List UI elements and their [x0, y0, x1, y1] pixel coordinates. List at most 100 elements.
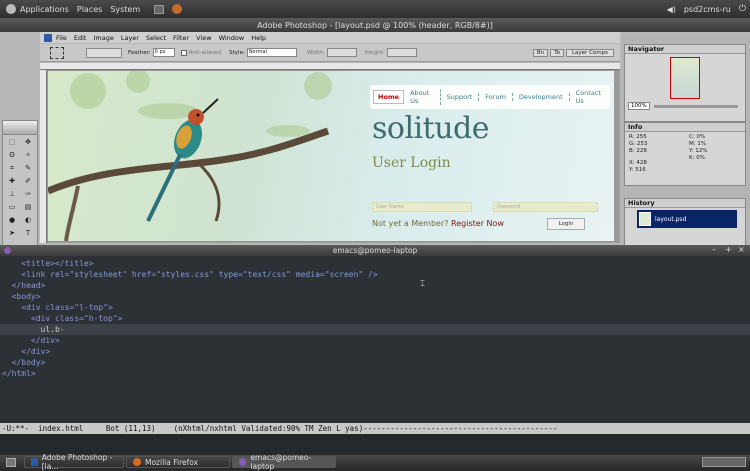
- ps-app-icon[interactable]: [44, 33, 52, 42]
- info-panel: Info R: 255 G: 253 B: 228 X: 428 Y: 516 …: [624, 122, 746, 186]
- info-c: 0%: [696, 134, 706, 140]
- info-tab[interactable]: Info: [625, 123, 745, 132]
- task-firefox[interactable]: Mozilla Firefox: [126, 456, 230, 468]
- menu-view[interactable]: View: [196, 34, 211, 42]
- minimize-icon[interactable]: –: [712, 245, 716, 254]
- gradient-icon[interactable]: ▤: [23, 202, 33, 212]
- menu-image[interactable]: Image: [93, 34, 113, 42]
- zoom-level[interactable]: 100%: [628, 102, 650, 110]
- volume-icon[interactable]: ◀): [667, 5, 676, 14]
- info-m: 1%: [697, 141, 707, 147]
- task-photoshop-label: Adobe Photoshop - [la...: [41, 453, 113, 471]
- to-button[interactable]: To: [550, 48, 564, 57]
- menu-filter[interactable]: Filter: [173, 34, 189, 42]
- firefox-icon: [133, 458, 141, 466]
- navigator-thumbnail[interactable]: [670, 57, 700, 99]
- photoshop-icon: [31, 458, 38, 466]
- show-desktop-icon[interactable]: [6, 457, 16, 467]
- ruler-top: [40, 63, 620, 70]
- menu-edit[interactable]: Edit: [74, 34, 87, 42]
- lasso-icon[interactable]: ʘ: [7, 150, 17, 160]
- ruler-left: [40, 70, 47, 243]
- menu-help[interactable]: Help: [251, 34, 266, 42]
- nav-support[interactable]: Support: [441, 93, 480, 101]
- code-line: <body>: [2, 292, 41, 301]
- design-canvas[interactable]: Home About Us Support Forum Development …: [48, 71, 614, 241]
- width-input[interactable]: [326, 48, 357, 57]
- marquee-icon[interactable]: ⬚: [7, 137, 17, 147]
- register-prompt: Not yet a Member? Register Now: [372, 219, 504, 228]
- nav-contact[interactable]: Contact Us: [570, 89, 610, 105]
- info-r: 255: [636, 134, 647, 140]
- info-x: 428: [636, 160, 647, 166]
- type-icon[interactable]: T: [23, 228, 33, 238]
- nav-home[interactable]: Home: [373, 90, 405, 104]
- gnome-foot-icon[interactable]: [6, 4, 16, 14]
- dodge-icon[interactable]: ◐: [23, 215, 33, 225]
- eraser-icon[interactable]: ▭: [7, 202, 17, 212]
- task-emacs-label: emacs@pomeo-laptop: [250, 453, 312, 471]
- nav-development[interactable]: Development: [513, 93, 570, 101]
- code-line: <link rel="stylesheet" href="styles.css"…: [2, 270, 378, 279]
- code-line: </div>: [2, 336, 60, 345]
- mouse-cursor-icon: ⌶: [420, 279, 425, 288]
- marquee-tool-icon[interactable]: [50, 47, 64, 59]
- path-select-icon[interactable]: ➤: [7, 228, 17, 238]
- code-line: <div class="l-top">: [2, 303, 113, 312]
- history-tab[interactable]: History: [625, 199, 745, 208]
- maximize-icon[interactable]: +: [725, 245, 732, 254]
- menu-select[interactable]: Select: [146, 34, 166, 42]
- antialias-label: Anti-aliased: [188, 49, 222, 56]
- antialias-checkbox[interactable]: [180, 49, 187, 56]
- height-input[interactable]: [386, 48, 417, 57]
- web-launcher-icon[interactable]: [172, 4, 183, 14]
- stamp-icon[interactable]: ⊥: [7, 189, 17, 199]
- menu-places[interactable]: Places: [77, 5, 102, 14]
- nav-about[interactable]: About Us: [404, 89, 441, 105]
- move-icon[interactable]: ✥: [23, 137, 33, 147]
- blur-icon[interactable]: ●: [7, 215, 17, 225]
- crop-icon[interactable]: ⌗: [7, 163, 17, 173]
- site-logo-text: solitude: [372, 111, 489, 146]
- style-select[interactable]: Normal: [246, 48, 297, 57]
- navigator-tab[interactable]: Navigator: [625, 45, 745, 54]
- emacs-minibuffer[interactable]: [0, 434, 750, 454]
- menu-file[interactable]: File: [56, 34, 67, 42]
- user-menu[interactable]: psd2cms-ru: [684, 5, 731, 14]
- task-emacs[interactable]: emacs@pomeo-laptop: [232, 453, 336, 471]
- power-icon[interactable]: ⏻: [739, 4, 746, 14]
- close-icon[interactable]: ×: [738, 245, 745, 254]
- healing-icon[interactable]: ✚: [7, 176, 17, 186]
- menu-applications[interactable]: Applications: [20, 5, 69, 14]
- username-field[interactable]: User Name: [372, 202, 472, 212]
- emacs-menu-icon[interactable]: [4, 247, 11, 254]
- code-line: <div class="h-top">: [2, 314, 123, 323]
- password-field[interactable]: Password: [493, 202, 598, 212]
- menu-system[interactable]: System: [110, 5, 140, 14]
- fn-button[interactable]: Bn: [532, 48, 549, 57]
- login-button[interactable]: Login: [547, 218, 585, 230]
- nav-forum[interactable]: Forum: [479, 93, 513, 101]
- info-yellow: 12%: [695, 148, 708, 154]
- layer-comps-tab[interactable]: Layer Comps: [565, 48, 614, 57]
- terminal-launcher-icon[interactable]: [154, 4, 165, 14]
- menu-window[interactable]: Window: [219, 34, 245, 42]
- zoom-slider[interactable]: [653, 104, 738, 108]
- register-link[interactable]: Register Now: [451, 219, 504, 228]
- member-text: Not yet a Member?: [372, 219, 449, 228]
- history-brush-icon[interactable]: ✑: [23, 189, 33, 199]
- selection-mode-icons[interactable]: [86, 47, 122, 58]
- menu-layer[interactable]: Layer: [121, 34, 139, 42]
- task-firefox-label: Mozilla Firefox: [145, 457, 199, 467]
- emacs-window: emacs@pomeo-laptop – + × <title></title>…: [0, 245, 750, 454]
- workspace-switcher[interactable]: [702, 457, 746, 467]
- feather-input[interactable]: 0 px: [152, 48, 175, 57]
- history-item[interactable]: layout.psd: [637, 210, 737, 228]
- photoshop-window: Adobe Photoshop - [layout.psd @ 100% (he…: [0, 18, 750, 263]
- toolbox: ⬚ ✥ ʘ ✧ ⌗ ✎ ✚ ✐ ⊥ ✑ ▭ ▤ ● ◐ ➤ T: [2, 120, 38, 250]
- slice-icon[interactable]: ✎: [23, 163, 33, 173]
- brush-icon[interactable]: ✐: [23, 176, 33, 186]
- code-editor[interactable]: <title></title> <link rel="stylesheet" h…: [0, 258, 750, 379]
- task-photoshop[interactable]: Adobe Photoshop - [la...: [24, 453, 124, 471]
- magic-wand-icon[interactable]: ✧: [23, 150, 33, 160]
